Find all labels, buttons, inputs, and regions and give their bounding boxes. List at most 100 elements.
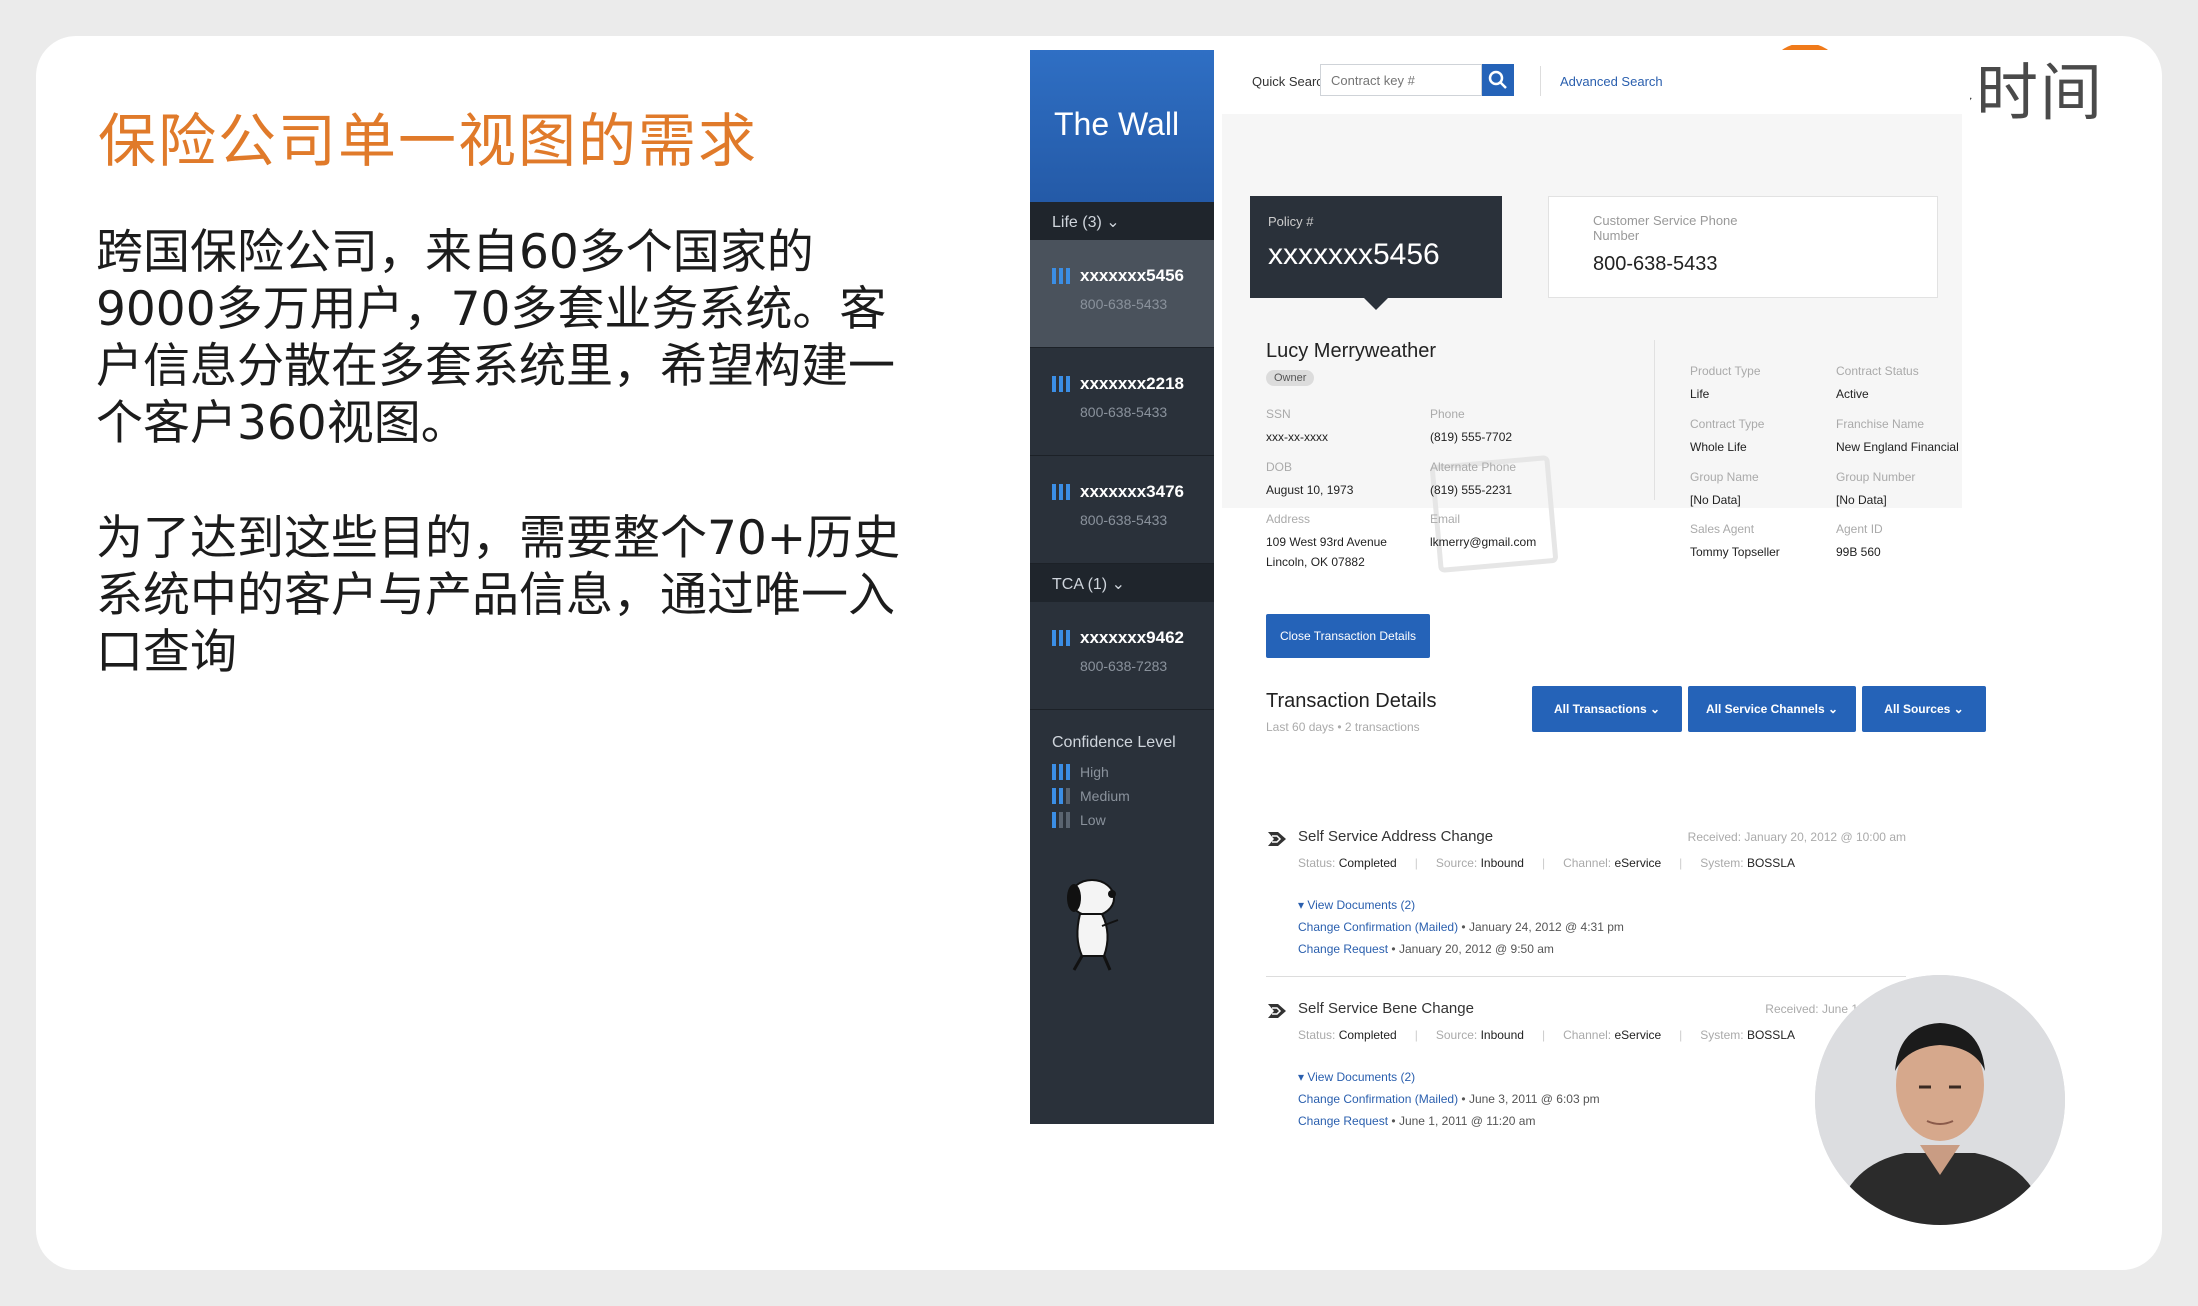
field-label: Email (1430, 512, 1461, 526)
view-documents-toggle[interactable]: ▾ View Documents (2) (1298, 1070, 1415, 1084)
presenter-avatar (1815, 975, 2065, 1225)
meta-value: eService (1614, 1028, 1662, 1042)
field-label: Group Name (1690, 470, 1759, 484)
confidence-bars-icon (1052, 630, 1070, 646)
confidence-medium: Medium (1030, 784, 1214, 808)
field-label: Phone (1430, 407, 1465, 421)
field-value: [No Data] (1836, 493, 1887, 507)
document-row: Change Request • January 20, 2012 @ 9:50… (1298, 942, 1554, 956)
account-number: xxxxxxx3476 (1080, 482, 1185, 501)
document-row: Change Confirmation (Mailed) • January 2… (1298, 920, 1624, 934)
meta-key: System: (1700, 1028, 1744, 1042)
field-value: Tommy Topseller (1690, 545, 1780, 559)
document-row: Change Request • June 1, 2011 @ 11:20 am (1298, 1114, 1535, 1128)
divider (1654, 340, 1655, 500)
document-date: • January 20, 2012 @ 9:50 am (1388, 942, 1554, 956)
account-item[interactable]: xxxxxxx5456 800-638-5433 (1030, 240, 1214, 348)
slide-paragraph-2: 为了达到这些目的，需要整个70+历史系统中的客户与产品信息，通过唯一入口查询 (96, 511, 901, 680)
search-icon (1488, 70, 1507, 89)
account-item[interactable]: xxxxxxx2218 800-638-5433 (1030, 348, 1214, 456)
meta-value: Inbound (1480, 856, 1524, 870)
field-value: 109 West 93rd Avenue (1266, 535, 1387, 549)
policy-label: Policy # (1268, 214, 1314, 229)
group-number-field: Group Number [No Data] (1836, 470, 1915, 510)
slide-title: 保险公司单一视图的需求 (98, 107, 759, 175)
meta-key: Source: (1435, 856, 1478, 870)
account-item[interactable]: xxxxxxx3476 800-638-5433 (1030, 456, 1214, 564)
meta-key: Channel: (1563, 1028, 1612, 1042)
group-life[interactable]: Life (3) ⌄ (1030, 202, 1214, 240)
account-number: xxxxxxx9462 (1080, 628, 1185, 647)
meta-value: BOSSLA (1746, 856, 1795, 870)
document-link[interactable]: Change Confirmation (Mailed) (1298, 920, 1458, 934)
document-row: Change Confirmation (Mailed) • June 3, 2… (1298, 1092, 1600, 1106)
group-name-field: Group Name [No Data] (1690, 470, 1759, 510)
account-phone: 800-638-5433 (1080, 404, 1168, 420)
document-link[interactable]: Change Request (1298, 1114, 1388, 1128)
quick-search-input[interactable] (1320, 64, 1482, 96)
transaction-details-title: Transaction Details (1266, 690, 1437, 712)
field-label: Alternate Phone (1430, 460, 1517, 474)
field-label: Address (1266, 512, 1311, 526)
account-item[interactable]: xxxxxxx9462 800-638-7283 (1030, 602, 1214, 710)
document-link[interactable]: Change Confirmation (Mailed) (1298, 1092, 1458, 1106)
contract-status-field: Contract Status Active (1836, 364, 1919, 404)
transaction-title: Self Service Address Change (1298, 828, 1494, 845)
all-transactions-dropdown[interactable]: All Transactions ⌄ (1532, 686, 1682, 732)
meta-key: Channel: (1563, 856, 1612, 870)
close-transaction-details-button[interactable]: Close Transaction Details (1266, 614, 1430, 658)
field-value: [No Data] (1690, 493, 1741, 507)
field-label: DOB (1266, 460, 1293, 474)
franchise-field: Franchise Name New England Financial (1836, 417, 1959, 457)
meta-value: Inbound (1480, 1028, 1524, 1042)
all-sources-dropdown[interactable]: All Sources ⌄ (1862, 686, 1986, 732)
confidence-bars-icon (1052, 764, 1070, 780)
ssn-field: SSN xxx-xx-xxxx (1266, 407, 1328, 447)
document-date: • January 24, 2012 @ 4:31 pm (1458, 920, 1624, 934)
field-label: Product Type (1690, 364, 1761, 378)
field-value[interactable]: lkmerry@gmail.com (1430, 532, 1536, 552)
field-label: Contract Status (1836, 364, 1919, 378)
divider (1266, 976, 1906, 977)
meta-value: Completed (1338, 856, 1397, 870)
field-value: xxx-xx-xxxx (1266, 430, 1328, 444)
transaction-title: Self Service Bene Change (1298, 1000, 1474, 1017)
field-label: Contract Type (1690, 417, 1765, 431)
view-documents-toggle[interactable]: ▾ View Documents (2) (1298, 898, 1415, 912)
main-content: Quick Search Advanced Search Policy # xx… (1214, 50, 1986, 1128)
transaction-meta: Status: Completed | Source: Inbound | Channe… (1298, 1028, 1795, 1042)
transaction-details-subtitle: Last 60 days • 2 transactions (1266, 720, 1420, 734)
field-value: Active (1836, 387, 1869, 401)
meta-key: Status: (1298, 1028, 1336, 1042)
transaction-arrow-icon (1266, 1000, 1288, 1027)
email-field: Email lkmerry@gmail.com (1430, 512, 1536, 552)
policy-number-card: Policy # xxxxxxx5456 (1250, 196, 1502, 310)
policy-value: xxxxxxx5456 (1268, 238, 1440, 271)
document-link[interactable]: Change Request (1298, 942, 1388, 956)
slide-paragraph-1: 跨国保险公司，来自60多个国家的9000多万用户，70多套业务系统。客户信息分散… (96, 225, 895, 451)
field-value: (819) 555-2231 (1430, 483, 1513, 497)
customer-name: Lucy Merryweather (1266, 340, 1437, 362)
account-number: xxxxxxx5456 (1080, 266, 1185, 285)
alt-phone-field: Alternate Phone (819) 555-2231 (1430, 460, 1516, 500)
search-button[interactable] (1482, 64, 1514, 96)
customer-service-card: Customer Service Phone Number 800-638-54… (1548, 196, 1938, 298)
all-service-channels-dropdown[interactable]: All Service Channels ⌄ (1688, 686, 1856, 732)
meta-key: Status: (1298, 856, 1336, 870)
account-phone: 800-638-5433 (1080, 296, 1168, 312)
transaction-arrow-icon (1266, 828, 1288, 855)
confidence-level-title: Confidence Level (1052, 734, 1176, 751)
document-date: • June 1, 2011 @ 11:20 am (1388, 1114, 1536, 1128)
confidence-bars-icon (1052, 484, 1070, 500)
address-field: Address 109 West 93rd Avenue Lincoln, OK… (1266, 512, 1387, 572)
group-tca[interactable]: TCA (1) ⌄ (1030, 564, 1214, 602)
field-label: Group Number (1836, 470, 1916, 484)
advanced-search-link[interactable]: Advanced Search (1560, 74, 1663, 89)
product-type-field: Product Type Life (1690, 364, 1761, 404)
field-value: Lincoln, OK 07882 (1266, 555, 1365, 569)
transaction-item: Self Service Bene Change Received: June … (1266, 1000, 1906, 1128)
transaction-meta: Status: Completed | Source: Inbound | Channe… (1298, 856, 1795, 870)
field-value: Life (1690, 387, 1710, 401)
confidence-label: High (1080, 764, 1109, 780)
divider (1540, 66, 1541, 96)
